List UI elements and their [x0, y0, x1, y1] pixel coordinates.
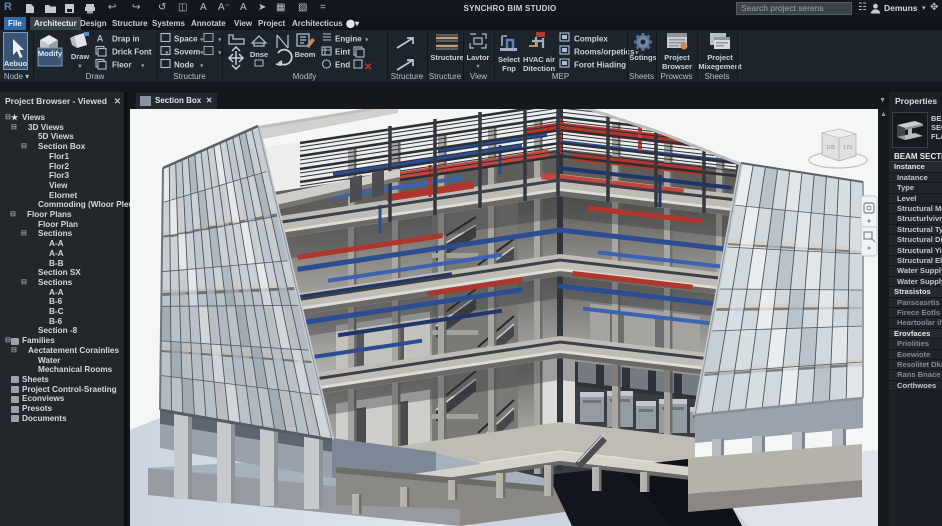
- svg-text:Node: Node: [174, 61, 195, 70]
- svg-text:Sotings: Sotings: [629, 53, 657, 62]
- svg-text:Lavtor: Lavtor: [467, 53, 490, 62]
- svg-text:105: 105: [826, 145, 835, 151]
- svg-text:Mixegement: Mixegement: [698, 62, 742, 71]
- svg-text:Drap in: Drap in: [112, 35, 140, 44]
- svg-text:HVAC air: HVAC air: [523, 55, 555, 64]
- svg-text:Select: Select: [498, 55, 521, 64]
- svg-text:End: End: [335, 61, 350, 70]
- svg-text:Structure: Structure: [430, 53, 463, 62]
- svg-text:A: A: [97, 34, 104, 44]
- svg-text:Browser: Browser: [662, 62, 692, 71]
- svg-text:▼: ▼: [140, 64, 145, 70]
- svg-text:Space: Space: [174, 35, 198, 44]
- svg-text:Draw: Draw: [71, 52, 90, 61]
- svg-text:▼: ▼: [364, 38, 369, 44]
- svg-text:Complex: Complex: [574, 35, 608, 44]
- svg-text:Aebuo: Aebuo: [4, 59, 28, 68]
- svg-text:Beom: Beom: [295, 50, 316, 59]
- svg-text:Forot Hiading: Forot Hiading: [574, 61, 626, 70]
- svg-text:Project: Project: [664, 53, 690, 62]
- svg-text:Fleor: Fleor: [112, 61, 132, 70]
- svg-text:Drick Font: Drick Font: [112, 48, 152, 57]
- svg-text:▼: ▼: [77, 64, 83, 70]
- svg-text:Dnse: Dnse: [250, 50, 268, 59]
- svg-text:Sovem: Sovem: [174, 48, 200, 57]
- svg-text:Rooms/orpetics: Rooms/orpetics: [574, 48, 635, 57]
- svg-text:170: 170: [843, 145, 852, 151]
- svg-text:Modify: Modify: [38, 49, 63, 58]
- svg-text:▼: ▼: [475, 64, 480, 70]
- svg-text:Eint: Eint: [335, 48, 350, 57]
- svg-text:▼: ▼: [164, 51, 169, 57]
- svg-text:Project: Project: [707, 53, 733, 62]
- svg-text:Engine: Engine: [335, 35, 362, 44]
- svg-text:▼: ▼: [199, 64, 204, 70]
